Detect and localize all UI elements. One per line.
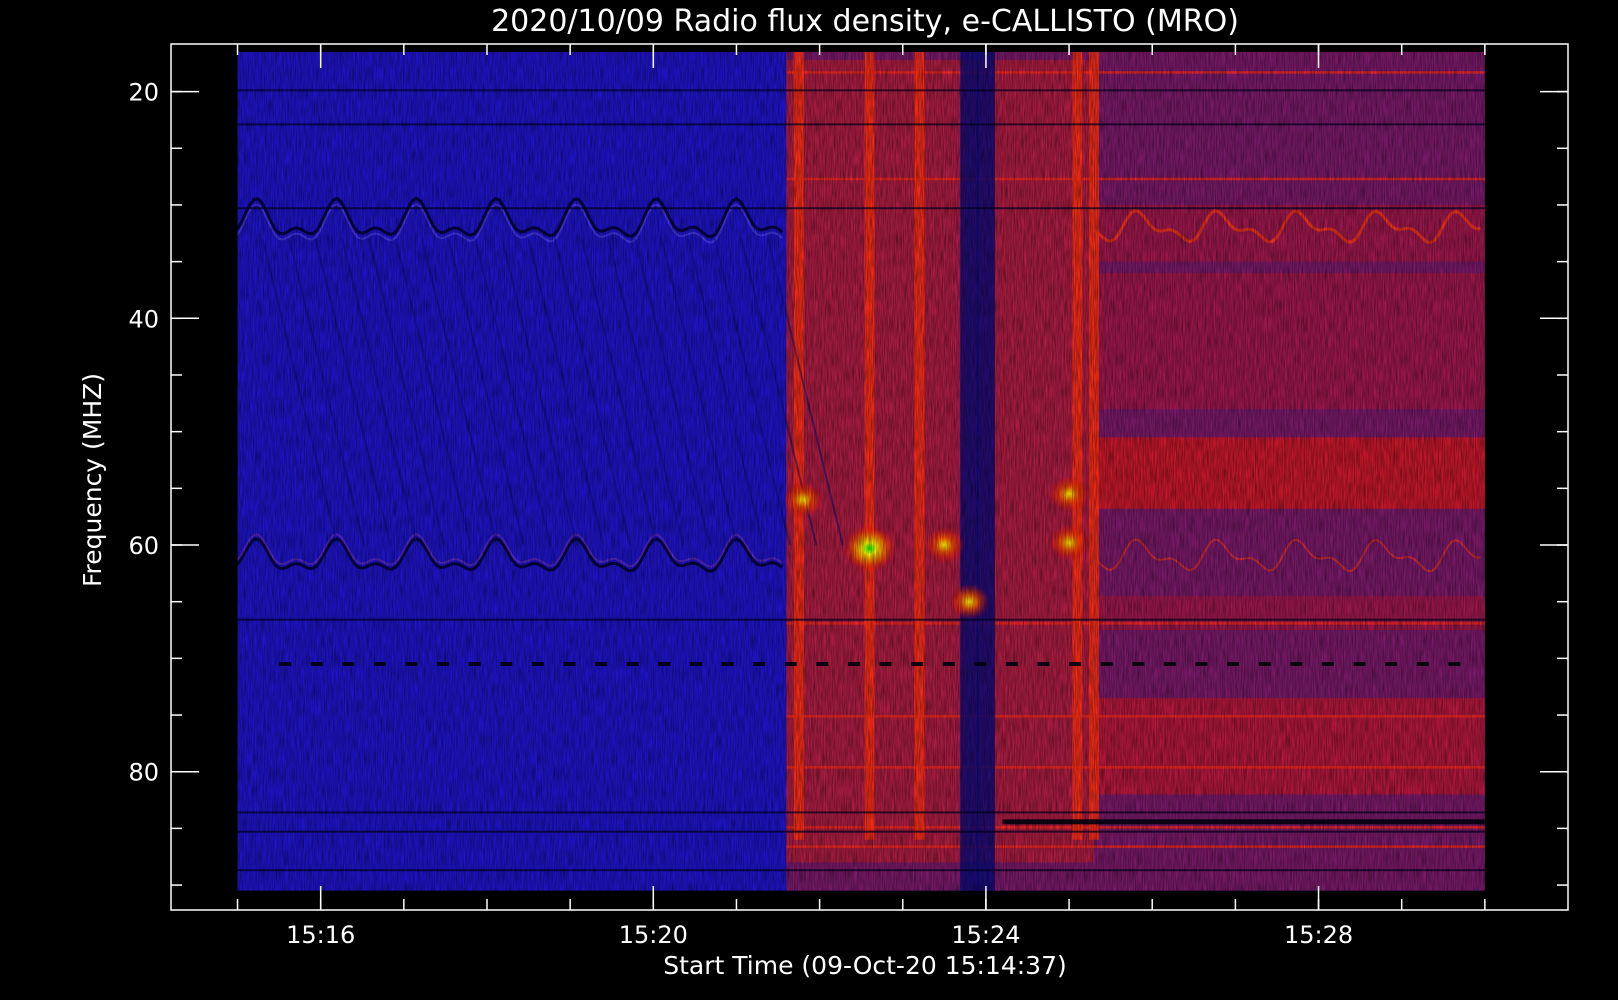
plot-area	[237, 51, 1485, 891]
x-axis-label: Start Time (09-Oct-20 15:14:37)	[663, 951, 1066, 980]
y-tick-label: 20	[128, 79, 159, 107]
y-tick-label: 40	[128, 305, 159, 333]
spectrogram-image	[237, 51, 1485, 891]
y-tick-label: 60	[128, 532, 159, 560]
noise-texture	[237, 51, 1485, 891]
spectrogram-chart: 2020/10/09 Radio flux density, e-CALLIST…	[0, 0, 1618, 1000]
x-tick-label: 15:24	[951, 921, 1020, 949]
x-tick-label: 15:20	[619, 921, 688, 949]
chart-title: 2020/10/09 Radio flux density, e-CALLIST…	[491, 4, 1239, 39]
y-tick-label: 80	[128, 759, 159, 787]
y-axis-label: Frequency (MHZ)	[78, 373, 107, 587]
x-tick-label: 15:16	[286, 921, 355, 949]
x-tick-label: 15:28	[1284, 921, 1353, 949]
